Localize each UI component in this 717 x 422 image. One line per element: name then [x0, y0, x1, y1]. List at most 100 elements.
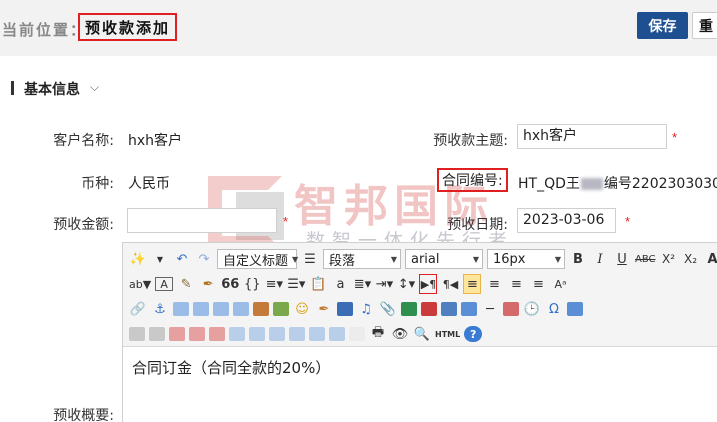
delete-col-icon[interactable] — [209, 327, 225, 341]
date-input[interactable]: 2023-03-06 — [517, 208, 616, 233]
font-color-button[interactable]: A — [704, 249, 717, 269]
special-char-icon[interactable]: Ω — [545, 299, 563, 319]
style-select[interactable]: 自定义标题 ▼ — [217, 249, 299, 269]
multi-image-icon[interactable] — [273, 302, 289, 316]
wand-icon[interactable]: ✨ — [129, 249, 147, 269]
caret-down-icon: ▼ — [390, 254, 397, 264]
strikethrough-button[interactable]: ABC — [635, 249, 656, 269]
quote-icon[interactable]: 66 — [221, 274, 239, 294]
underline-button[interactable]: U — [613, 249, 631, 269]
caret-down-icon: ▼ — [554, 254, 561, 264]
insert-row-icon[interactable] — [149, 327, 165, 341]
summary-label: 预收概要: — [53, 408, 114, 422]
customer-name-label: 客户名称: — [53, 133, 114, 149]
required-mark: * — [283, 214, 289, 229]
attachment-icon[interactable]: 📎 — [379, 299, 397, 319]
align-right-icon[interactable]: ≡ — [507, 274, 525, 294]
insert-frame-icon[interactable] — [441, 302, 457, 316]
currency-label: 币种: — [81, 176, 114, 192]
float-center-icon[interactable] — [233, 302, 249, 316]
superscript-button[interactable]: X² — [660, 249, 678, 269]
table-icon[interactable] — [129, 327, 145, 341]
video-icon[interactable] — [337, 302, 353, 316]
preview-icon[interactable]: 👁 — [391, 324, 409, 344]
rtl-icon[interactable]: ¶◀ — [441, 274, 459, 294]
float-right-icon[interactable] — [193, 302, 209, 316]
emoji-icon[interactable]: ☺ — [293, 299, 311, 319]
time-icon[interactable]: 🕒 — [523, 299, 541, 319]
reset-button[interactable]: 重 — [692, 12, 717, 39]
merge-down-icon[interactable] — [269, 327, 285, 341]
paragraph-select-value: 段落 — [329, 253, 356, 269]
wand-dropdown-icon[interactable]: ▼ — [151, 249, 169, 269]
date-label: 预收日期: — [447, 217, 508, 233]
code-icon[interactable]: {} — [243, 274, 261, 294]
print-icon[interactable]: 🖶 — [369, 324, 387, 344]
rich-text-editor[interactable]: ✨ ▼ ↶ ↷ 自定义标题 ▼ ☰ 段落 ▼ arial ▼ 16px ▼ B I U A… — [122, 242, 717, 422]
html-source-button[interactable]: HTML — [435, 324, 460, 344]
float-left-icon[interactable] — [173, 302, 189, 316]
theme-input[interactable]: hxh客户 — [517, 124, 667, 149]
align-center-icon[interactable]: ≡ — [485, 274, 503, 294]
merge-cells-icon[interactable] — [229, 327, 245, 341]
gmap-icon[interactable] — [421, 302, 437, 316]
case-icon[interactable]: Aᵃ — [551, 274, 569, 294]
unordered-list-icon[interactable]: ☰▾ — [287, 274, 305, 294]
print-preview-icon[interactable] — [349, 327, 365, 341]
undo-icon[interactable]: ↶ — [173, 249, 191, 269]
eraser-icon[interactable]: ✎ — [177, 274, 195, 294]
paragraph-select[interactable]: 段落 ▼ — [323, 249, 401, 269]
search-replace-icon[interactable]: 🔍 — [413, 324, 431, 344]
editor-toolbar: ✨ ▼ ↶ ↷ 自定义标题 ▼ ☰ 段落 ▼ arial ▼ 16px ▼ B I U A… — [123, 243, 717, 347]
justify-icon[interactable]: ≡ — [529, 274, 547, 294]
subscript-button[interactable]: X₂ — [682, 249, 700, 269]
line-height-icon[interactable]: ↕▾ — [397, 274, 415, 294]
chevron-down-icon[interactable]: ⌵ — [90, 80, 99, 95]
music-icon[interactable]: ♫ — [357, 299, 375, 319]
scrawl-icon[interactable]: ✒ — [315, 299, 333, 319]
web-app-icon[interactable] — [461, 302, 477, 316]
anchor-icon[interactable]: ⚓ — [151, 299, 169, 319]
merge-right-icon[interactable] — [249, 327, 265, 341]
insert-col-icon[interactable] — [189, 327, 205, 341]
split-cols-icon[interactable] — [329, 327, 345, 341]
ordered-list-icon[interactable]: ≡▾ — [265, 274, 283, 294]
toolbar-row-4: 🖶 👁 🔍 HTML ? — [129, 322, 483, 346]
list-icon[interactable]: ☰ — [301, 249, 319, 269]
amount-input[interactable] — [127, 208, 277, 233]
font-select[interactable]: arial ▼ — [405, 249, 483, 269]
link-icon[interactable]: 🔗 — [129, 299, 147, 319]
save-button[interactable]: 保存 — [637, 12, 688, 39]
split-rows-icon[interactable] — [309, 327, 325, 341]
paste-icon[interactable]: 📋 — [309, 274, 327, 294]
help-icon[interactable]: ? — [464, 326, 483, 342]
auto-format-icon[interactable]: a — [331, 274, 349, 294]
align-left-icon[interactable]: ≡ — [463, 274, 482, 294]
size-select-value: 16px — [493, 251, 526, 267]
paragraph-spacing-icon[interactable]: ≣▾ — [353, 274, 371, 294]
text-box-icon[interactable]: A — [155, 277, 174, 291]
format-brush-icon[interactable]: ✒ — [199, 274, 217, 294]
date-icon[interactable] — [503, 302, 519, 316]
caret-down-icon: ▼ — [292, 254, 299, 264]
ltr-icon[interactable]: ▶¶ — [419, 274, 438, 294]
snapshot-icon[interactable] — [567, 302, 583, 316]
theme-label: 预收款主题: — [433, 133, 508, 149]
map-icon[interactable] — [401, 302, 417, 316]
italic-button[interactable]: I — [591, 249, 609, 269]
highlight-icon[interactable]: ab▼ — [129, 274, 151, 294]
bold-button[interactable]: B — [569, 249, 587, 269]
page-break-icon[interactable]: ─ — [481, 299, 499, 319]
image-icon[interactable] — [253, 302, 269, 316]
editor-content[interactable]: 合同订金（合同全款的20%） — [132, 357, 330, 378]
redo-icon[interactable]: ↷ — [195, 249, 213, 269]
delete-row-icon[interactable] — [169, 327, 185, 341]
split-cells-icon[interactable] — [289, 327, 305, 341]
contract-no-prefix: HT_QD王 — [518, 176, 580, 192]
font-select-value: arial — [411, 251, 440, 267]
indent-icon[interactable]: ⇥▾ — [375, 274, 393, 294]
location-value: 预收款添加 — [78, 13, 178, 41]
section-marker — [11, 81, 14, 95]
size-select[interactable]: 16px ▼ — [487, 249, 565, 269]
float-none-icon[interactable] — [213, 302, 229, 316]
